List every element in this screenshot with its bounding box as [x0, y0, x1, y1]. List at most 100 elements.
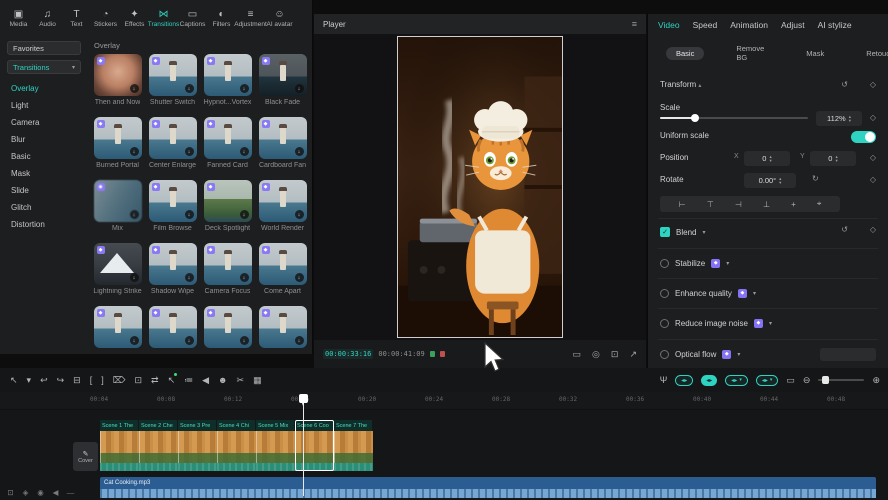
scale-value-box[interactable]: 112% ▴▾ — [816, 111, 862, 126]
transition-thumbnail[interactable]: ◆↓ — [94, 243, 142, 285]
scale-slider[interactable] — [660, 117, 808, 119]
transition-item[interactable]: ◆↓Lightning Strike — [93, 243, 143, 306]
transition-thumbnail[interactable]: ◆↓ — [204, 243, 252, 285]
enhance-quality-checkbox[interactable] — [660, 289, 669, 298]
preview-screen-icon[interactable]: ▭ — [786, 375, 795, 386]
toolbar-item-stickers[interactable]: ◔Stickers — [91, 9, 120, 28]
undo-icon[interactable]: ↩ — [40, 375, 48, 386]
position-keyframe-icon[interactable]: ◇ — [870, 153, 876, 162]
transition-item[interactable]: ◆↓Deck Spotlight — [203, 180, 253, 243]
align-left-icon[interactable]: ⊢ — [679, 200, 686, 209]
timeline-clip[interactable]: Scene 3 Pre — [178, 420, 217, 471]
toolbar-item-filters[interactable]: ◐Filters — [207, 9, 236, 28]
chevron-down-icon[interactable]: ▾ — [737, 351, 740, 358]
subtab-retouch[interactable]: Retouch — [856, 47, 888, 60]
redo-icon[interactable]: ↪ — [57, 375, 65, 386]
toolbar-item-media[interactable]: ▣Media — [4, 9, 33, 28]
transform-keyframe-icon[interactable]: ◇ — [870, 80, 876, 89]
timeline-clip[interactable]: Scene 2 Che — [139, 420, 178, 471]
record-voiceover-icon[interactable]: Ψ — [660, 375, 668, 385]
tab-animation[interactable]: Animation — [730, 20, 768, 30]
scale-stepper[interactable]: ▴▾ — [849, 115, 851, 122]
track-mute-icon[interactable]: ◀ — [51, 488, 60, 497]
transition-item[interactable]: ◆↓ — [203, 306, 253, 354]
rotate-stepper[interactable]: ▴▾ — [779, 177, 781, 184]
smart-select-icon[interactable]: ↖ — [168, 375, 176, 386]
transition-thumbnail[interactable]: ◆↓ — [94, 180, 142, 222]
timeline-clip[interactable]: Scene 4 Chi — [217, 420, 256, 471]
timeline-clip[interactable]: Scene 6 Coo — [295, 420, 334, 471]
toolbar-item-adjustment[interactable]: ≡Adjustment — [236, 9, 265, 28]
sidebar-item-basic[interactable]: Basic — [0, 148, 88, 165]
transition-pill-4[interactable]: ◂▸▾ — [756, 375, 779, 386]
crop-icon[interactable]: ⊡ — [134, 375, 142, 386]
transition-item[interactable]: ◆↓Come Apart — [258, 243, 308, 306]
sidebar-item-camera[interactable]: Camera — [0, 114, 88, 131]
playhead-line[interactable] — [303, 394, 304, 496]
split-icon[interactable]: ⊟ — [73, 375, 81, 386]
transition-item[interactable]: ◆↓Then and Now — [93, 54, 143, 117]
sidebar-item-light[interactable]: Light — [0, 97, 88, 114]
transition-item[interactable]: ◆↓Black Fade — [258, 54, 308, 117]
video-preview[interactable] — [397, 36, 563, 338]
audio-waveform[interactable] — [100, 489, 876, 498]
transition-thumbnail[interactable]: ◆↓ — [94, 306, 142, 348]
transition-thumbnail[interactable]: ◆↓ — [149, 243, 197, 285]
sidebar-item-distortion[interactable]: Distortion — [0, 216, 88, 233]
fit-icon[interactable]: ⊡ — [611, 349, 619, 360]
position-x-box[interactable]: 0 ▴▾ — [744, 151, 790, 166]
sidebar-item-overlay[interactable]: Overlay — [0, 80, 88, 97]
track-hide-icon[interactable]: ◉ — [36, 488, 45, 497]
align-top-icon[interactable]: ⊤ — [707, 200, 714, 209]
transition-thumbnail[interactable]: ◆↓ — [204, 54, 252, 96]
player-options-icon[interactable]: ≡ — [632, 19, 637, 29]
category-dropdown[interactable]: Transitions ▾ — [7, 60, 81, 74]
chevron-down-icon[interactable]: ▾ — [769, 320, 772, 327]
scale-slider-handle[interactable] — [691, 114, 699, 122]
optical-flow-checkbox[interactable] — [660, 350, 669, 359]
mirror-icon[interactable]: ⇄ — [151, 375, 159, 386]
transition-item[interactable]: ◆↓Center Enlarge — [148, 117, 198, 180]
sidebar-item-slide[interactable]: Slide — [0, 182, 88, 199]
rotate-dial-icon[interactable]: ↻ — [812, 174, 819, 183]
transition-thumbnail[interactable]: ◆↓ — [94, 54, 142, 96]
transition-thumbnail[interactable]: ◆↓ — [149, 117, 197, 159]
transition-thumbnail[interactable]: ◆↓ — [149, 180, 197, 222]
track-cover-icon[interactable]: ◈ — [21, 488, 30, 497]
chevron-down-icon[interactable]: ▾ — [726, 260, 729, 267]
rotate-keyframe-icon[interactable]: ◇ — [870, 175, 876, 184]
align-right-icon[interactable]: ⊣ — [735, 200, 742, 209]
favorites-box[interactable]: Favorites — [7, 41, 81, 55]
track-lock-icon[interactable]: ⊡ — [6, 488, 15, 497]
tab-adjust[interactable]: Adjust — [781, 20, 805, 30]
transition-pill-1[interactable]: ◂▸ — [675, 375, 693, 386]
transition-thumbnail[interactable]: ◆↓ — [204, 117, 252, 159]
toolbar-item-ai-avatar[interactable]: ☺AI avatar — [265, 9, 294, 28]
toolbar-item-text[interactable]: TText — [62, 9, 91, 28]
transition-item[interactable]: ◆↓Hypnot...Vortex — [203, 54, 253, 117]
timeline-zoom-slider[interactable] — [818, 379, 864, 381]
transition-item[interactable]: ◆↓Shutter Switch — [148, 54, 198, 117]
playhead-handle[interactable] — [299, 394, 308, 403]
scale-keyframe-icon[interactable]: ◇ — [870, 113, 876, 122]
toolbar-item-effects[interactable]: ✦Effects — [120, 9, 149, 28]
transition-thumbnail[interactable]: ◆↓ — [259, 54, 307, 96]
toolbar-item-transitions[interactable]: ⋈Transitions — [149, 9, 178, 28]
timeline-zoom-handle[interactable] — [822, 376, 829, 384]
tab-speed[interactable]: Speed — [693, 20, 718, 30]
sidebar-item-glitch[interactable]: Glitch — [0, 199, 88, 216]
transition-item[interactable]: ◆↓Film Browse — [148, 180, 198, 243]
transition-thumbnail[interactable]: ◆↓ — [94, 117, 142, 159]
transition-thumbnail[interactable]: ◆↓ — [259, 243, 307, 285]
sidebar-item-blur[interactable]: Blur — [0, 131, 88, 148]
transition-thumbnail[interactable]: ◆↓ — [149, 306, 197, 348]
transition-item[interactable]: ◆↓Mix — [93, 180, 143, 243]
transition-item[interactable]: ◆↓ — [258, 306, 308, 354]
reduce-image-noise-checkbox[interactable] — [660, 319, 669, 328]
trim-left-icon[interactable]: [ — [90, 375, 93, 385]
trim-right-icon[interactable]: ] — [101, 375, 104, 385]
rotate-value-box[interactable]: 0.00° ▴▾ — [744, 173, 796, 188]
timeline-clip[interactable]: Scene 7 The — [334, 420, 373, 471]
stabilize-checkbox[interactable] — [660, 259, 669, 268]
position-y-stepper[interactable]: ▴▾ — [835, 155, 837, 162]
